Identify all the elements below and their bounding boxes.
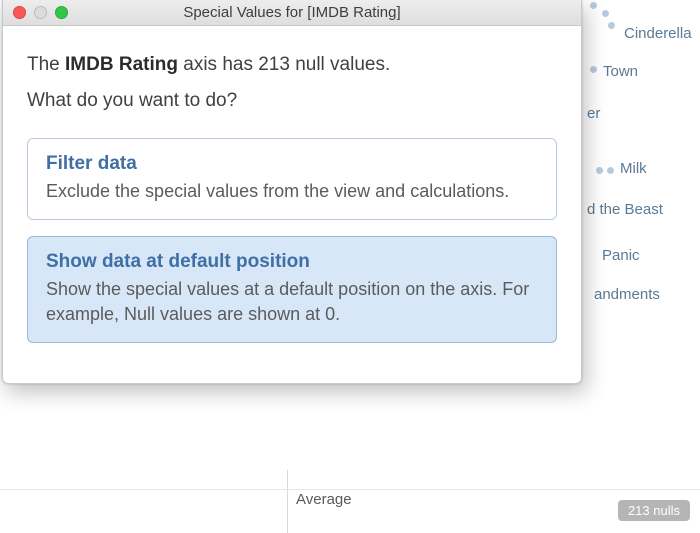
- option-filter-data[interactable]: Filter data Exclude the special values f…: [27, 138, 557, 220]
- msg-prefix: The: [27, 54, 65, 75]
- data-label: d the Beast: [587, 201, 663, 218]
- data-point: [608, 22, 615, 29]
- axis-label: Average: [296, 491, 352, 508]
- option-desc: Exclude the special values from the view…: [46, 179, 538, 203]
- data-label: Town: [603, 63, 638, 80]
- special-values-dialog: Special Values for [IMDB Rating] The IMD…: [2, 0, 582, 384]
- data-point: [596, 167, 603, 174]
- data-label: Panic: [602, 247, 640, 264]
- data-point: [590, 2, 597, 9]
- msg-suffix: axis has 213 null values.: [178, 54, 390, 75]
- dialog-body: The IMDB Rating axis has 213 null values…: [3, 26, 581, 383]
- zoom-icon[interactable]: [55, 6, 68, 19]
- minimize-icon: [34, 6, 47, 19]
- dialog-message: The IMDB Rating axis has 213 null values…: [27, 54, 557, 76]
- null-indicator[interactable]: 213 nulls: [618, 500, 690, 521]
- option-title: Filter data: [46, 153, 538, 175]
- data-label: andments: [594, 286, 660, 303]
- option-title: Show data at default position: [46, 251, 538, 273]
- data-point: [602, 10, 609, 17]
- option-desc: Show the special values at a default pos…: [46, 277, 538, 326]
- dialog-question: What do you want to do?: [27, 90, 557, 112]
- data-label: er: [587, 105, 600, 122]
- chart-baseline: [0, 489, 700, 490]
- data-label: Milk: [620, 160, 647, 177]
- close-icon[interactable]: [13, 6, 26, 19]
- window-controls: [3, 6, 68, 19]
- axis-name: IMDB Rating: [65, 54, 178, 75]
- axis-tick: [287, 470, 288, 533]
- data-point: [590, 66, 597, 73]
- dialog-title: Special Values for [IMDB Rating]: [3, 4, 581, 21]
- option-show-default-position[interactable]: Show data at default position Show the s…: [27, 236, 557, 343]
- data-label: Cinderella: [624, 25, 692, 42]
- titlebar: Special Values for [IMDB Rating]: [3, 0, 581, 26]
- data-point: [607, 167, 614, 174]
